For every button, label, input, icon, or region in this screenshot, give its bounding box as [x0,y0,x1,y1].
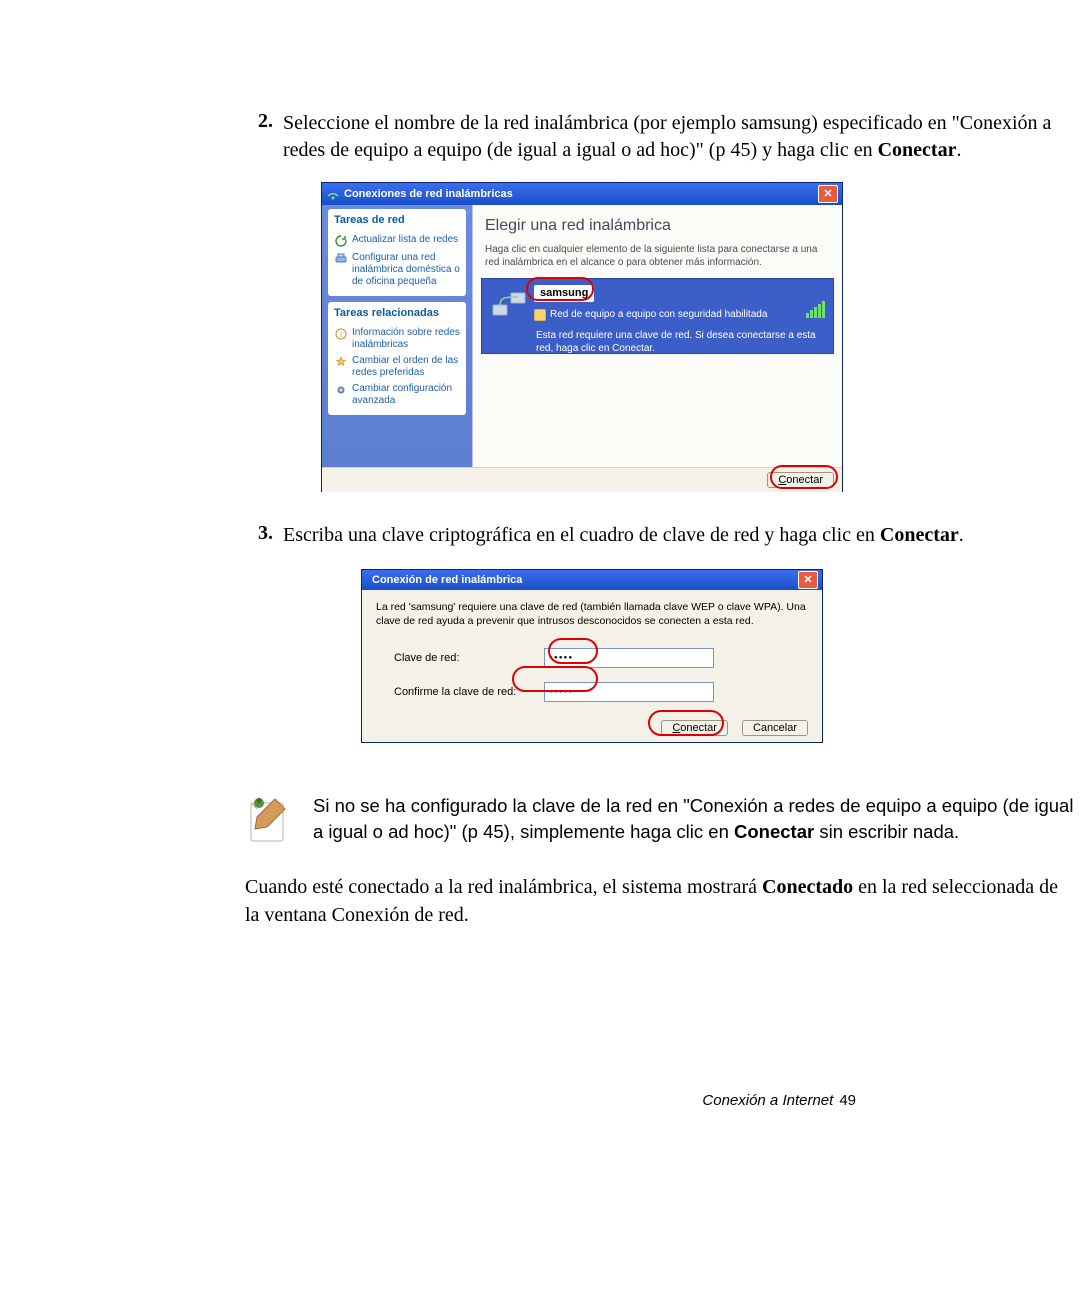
setup-network-link[interactable]: Configurar una red inalámbrica doméstica… [334,250,460,290]
related-tasks-header: Tareas relacionadas [334,306,460,321]
network-item-samsung[interactable]: samsung Red de equipo a equipo con segur… [481,278,834,354]
confirm-key-label: Confirme la clave de red: [376,685,544,700]
info-link[interactable]: iInformación sobre redes inalámbricas [334,325,460,353]
wifi-icon [326,187,340,201]
gear-icon [334,383,348,397]
svg-text:i: i [340,330,342,339]
dialog-text: La red 'samsung' requiere una clave de r… [376,600,808,628]
signal-icon [806,301,825,318]
advanced-link[interactable]: Cambiar configuración avanzada [334,381,460,409]
network-key-label: Clave de red: [376,651,544,666]
step-number-2: 2. [245,110,273,512]
lock-icon [534,309,546,321]
refresh-icon [334,234,348,248]
note-block: Si no se ha configurado la clave de la r… [245,793,1075,845]
choose-network-subtitle: Haga clic en cualquier elemento de la si… [473,243,842,278]
confirm-key-input[interactable]: ••••• [544,682,714,702]
star-icon [334,355,348,369]
wireless-connections-window: Conexiones de red inalámbricas ✕ Tareas … [321,182,843,492]
reorder-link[interactable]: Cambiar el orden de las redes preferidas [334,353,460,381]
network-key-input[interactable]: ••••• [544,648,714,668]
tasks-header: Tareas de red [334,213,460,228]
network-name: samsung [534,285,594,302]
cancel-button[interactable]: Cancelar [742,720,808,736]
step-number-3: 3. [245,522,273,743]
step-2-text: Seleccione el nombre de la red inalámbri… [273,110,1075,512]
page-footer: Conexión a Internet49 [702,1092,856,1109]
close-icon[interactable]: ✕ [818,185,838,203]
note-icon [245,795,291,845]
adhoc-icon [490,285,528,323]
close-icon[interactable]: ✕ [798,571,818,589]
info-icon: i [334,327,348,341]
connect-button[interactable]: Conectar [661,720,728,736]
connect-button[interactable]: Conectar [767,472,834,488]
step-3-text: Escriba una clave criptográfica en el cu… [273,522,1075,743]
network-message: Esta red requiere una clave de red. Si d… [490,329,825,355]
window-title: Conexiones de red inalámbricas [344,187,818,202]
closing-paragraph: Cuando esté conectado a la red inalámbri… [245,873,1075,929]
setup-icon [334,252,348,266]
network-key-dialog: Conexión de red inalámbrica ✕ La red 'sa… [361,569,823,743]
dialog-title: Conexión de red inalámbrica [366,573,798,588]
refresh-networks-link[interactable]: Actualizar lista de redes [334,232,460,250]
note-text: Si no se ha configurado la clave de la r… [313,793,1075,845]
choose-network-title: Elegir una red inalámbrica [473,205,842,243]
networks-panel: Elegir una red inalámbrica Haga clic en … [472,205,842,467]
task-panel: Tareas de red Actualizar lista de redes … [322,205,472,467]
